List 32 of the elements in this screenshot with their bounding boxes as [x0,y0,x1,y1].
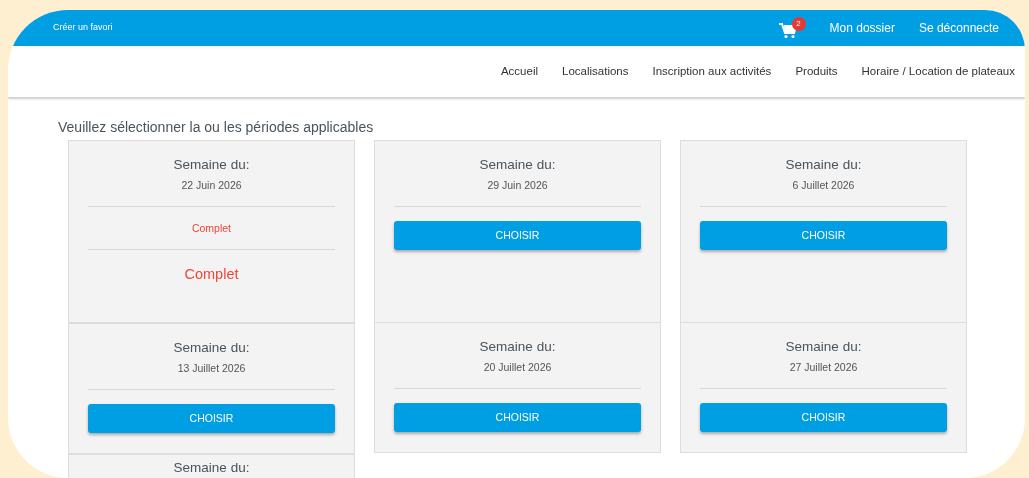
week-title: Semaine du: [172,459,251,477]
cart-count-badge: 2 [791,17,806,31]
bookmark-link[interactable]: Créer un favori [53,21,113,35]
nav-link[interactable]: Produits [795,62,838,81]
week-title: Semaine du: [172,339,251,357]
top-link[interactable]: Se déconnecte [918,19,999,37]
nav-link[interactable]: Inscription aux activités [652,62,772,81]
week-date: 20 Juillet 2026 [482,360,553,376]
week-title: Semaine du: [478,338,557,356]
week-date: 6 Juillet 2026 [791,178,856,194]
status-text: Complet [183,264,240,284]
choose-button[interactable]: CHOISIR [700,403,947,432]
week-date: 22 Juin 2026 [180,178,243,194]
choose-button[interactable]: CHOISIR [88,404,335,433]
week-date: 27 Juillet 2026 [788,360,859,376]
week-title: Semaine du: [784,338,863,356]
week-title: Semaine du: [172,156,251,174]
top-link[interactable]: Mon dossier [829,19,895,37]
nav-link[interactable]: Localisations [562,62,629,81]
nav-link[interactable]: Accueil [500,62,538,81]
choose-button[interactable]: CHOISIR [700,221,947,250]
choose-button[interactable]: CHOISIR [394,221,641,250]
week-title: Semaine du: [784,156,863,174]
week-title: Semaine du: [478,156,557,174]
week-date: 29 Juin 2026 [486,178,549,194]
cart-icon [778,23,797,39]
status-text: Complet [190,221,233,236]
cart-button[interactable]: 2 [778,17,806,39]
page-heading: Veuillez sélectionner la ou les périodes applicables [58,118,375,137]
nav-link[interactable]: Horaire / Location de plateaux [861,62,1015,81]
week-date: 13 Juillet 2026 [176,361,247,377]
choose-button[interactable]: CHOISIR [394,403,641,432]
